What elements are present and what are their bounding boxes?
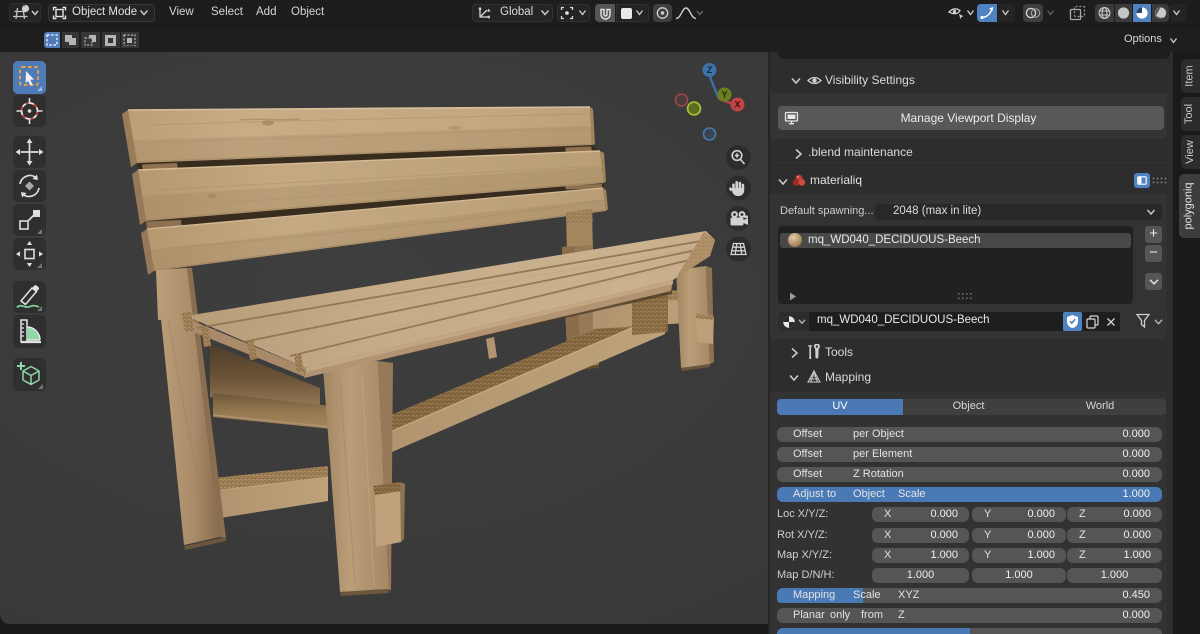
svg-text:Z: Z <box>707 65 713 75</box>
svg-text:X: X <box>734 100 740 110</box>
svg-text:Y: Y <box>721 90 727 100</box>
